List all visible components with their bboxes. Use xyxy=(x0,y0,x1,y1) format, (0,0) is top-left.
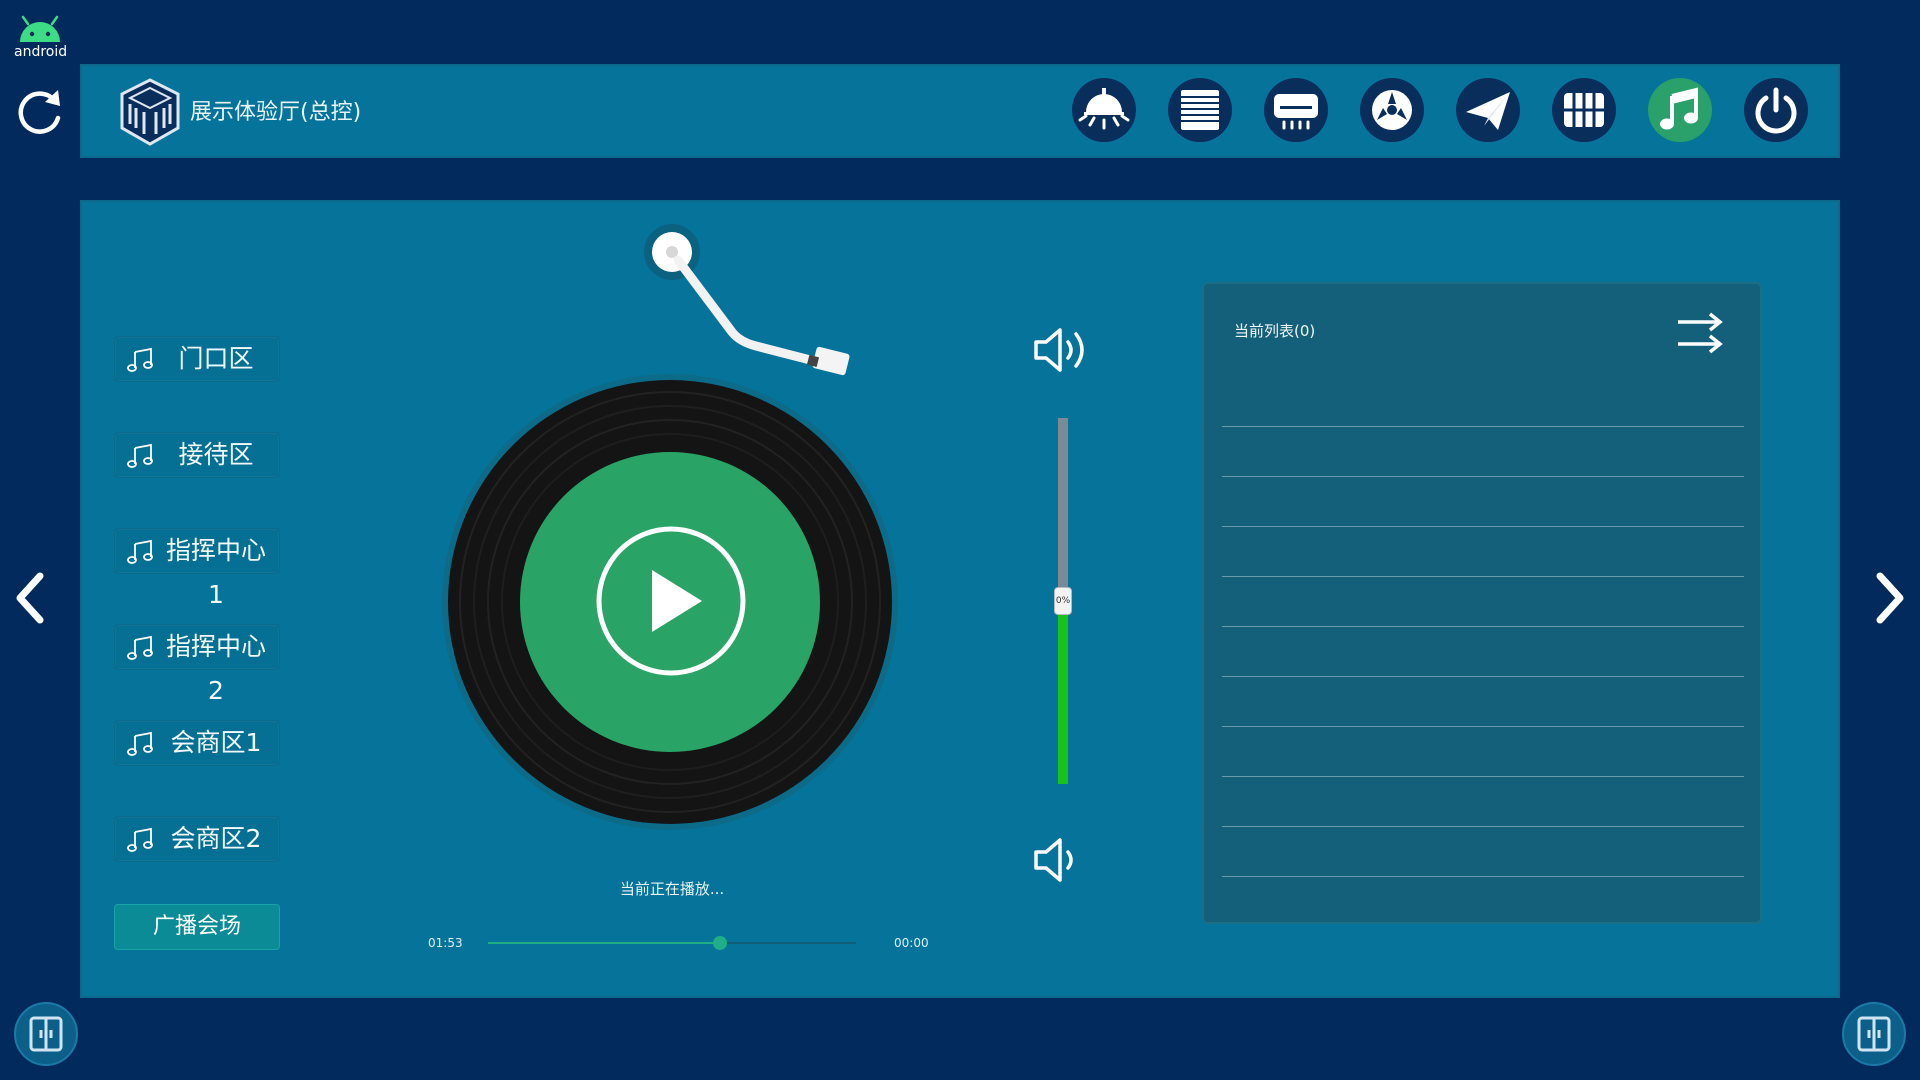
light-button[interactable] xyxy=(1072,78,1136,142)
volume-value: 0% xyxy=(1055,596,1071,606)
brand-logo-icon xyxy=(120,78,180,146)
play-icon xyxy=(652,570,702,632)
android-logo: android xyxy=(14,14,68,64)
door-icon xyxy=(1857,1016,1891,1052)
playlist-row-divider xyxy=(1222,576,1744,577)
curtain-icon xyxy=(1181,90,1219,130)
volume-slider[interactable]: 0% xyxy=(1054,418,1072,784)
light-icon xyxy=(1078,88,1130,130)
zone-button-meeting-2[interactable]: 会商区2 xyxy=(114,816,280,862)
broadcast-label: 广播会场 xyxy=(152,914,241,939)
playlist-row-divider xyxy=(1222,726,1744,727)
playlist-mode-icon[interactable] xyxy=(1670,304,1730,364)
music-note-icon xyxy=(127,731,153,756)
playlist-row-divider xyxy=(1222,776,1744,777)
send-icon xyxy=(1466,92,1510,130)
music-icon xyxy=(1660,87,1698,130)
playlist-row-divider xyxy=(1222,426,1744,427)
zone-label: 接待区 xyxy=(178,440,254,469)
tonearm xyxy=(644,224,850,376)
scene-grid-icon xyxy=(1564,93,1604,127)
music-note-icon xyxy=(127,635,153,660)
send-button[interactable] xyxy=(1456,78,1520,142)
previous-page-arrow-icon[interactable] xyxy=(10,568,50,628)
playlist-title: 当前列表(0) xyxy=(1234,322,1316,340)
android-robot-icon xyxy=(20,15,60,42)
playlist-row-divider xyxy=(1222,876,1744,877)
air-conditioner-icon xyxy=(1274,94,1318,130)
zone-label: 指挥中心2 xyxy=(165,632,266,705)
music-note-icon xyxy=(127,443,153,468)
refresh-button[interactable] xyxy=(14,86,66,138)
page-title: 展示体验厅(总控) xyxy=(190,100,362,125)
playlist-row-divider xyxy=(1222,826,1744,827)
zone-label: 会商区2 xyxy=(170,824,262,853)
music-note-icon xyxy=(127,347,153,372)
music-note-icon xyxy=(127,539,153,564)
bottom-left-door-button[interactable] xyxy=(14,1002,78,1066)
zone-button-entrance[interactable]: 门口区 xyxy=(114,336,280,382)
zone-label: 指挥中心1 xyxy=(165,536,266,609)
broadcast-button[interactable]: 广播会场 xyxy=(114,904,280,950)
progress-thumb[interactable] xyxy=(712,936,727,950)
bottom-right-door-button[interactable] xyxy=(1842,1002,1906,1066)
zone-button-command-center-2[interactable]: 指挥中心2 xyxy=(114,624,280,705)
zone-button-reception[interactable]: 接待区 xyxy=(114,432,280,478)
elapsed-time: 01:53 xyxy=(428,936,463,950)
zone-button-meeting-1[interactable]: 会商区1 xyxy=(114,720,280,766)
volume-up-icon[interactable] xyxy=(1028,320,1098,380)
scene-grid-button[interactable] xyxy=(1552,78,1616,142)
top-toolbar: 展示体验厅(总控) xyxy=(80,64,1840,158)
power-button[interactable] xyxy=(1744,78,1808,142)
volume-thumb[interactable]: 0% xyxy=(1054,587,1072,615)
now-playing-text: 当前正在播放... xyxy=(619,880,725,898)
music-button[interactable] xyxy=(1648,78,1712,142)
power-icon xyxy=(1755,87,1797,134)
fan-icon xyxy=(1372,90,1412,130)
progress-slider[interactable] xyxy=(488,936,856,950)
zone-label: 门口区 xyxy=(178,344,254,373)
curtain-button[interactable] xyxy=(1168,78,1232,142)
playlist-row-divider xyxy=(1222,676,1744,677)
playlist-row-divider xyxy=(1222,476,1744,477)
air-conditioner-button[interactable] xyxy=(1264,78,1328,142)
music-note-icon xyxy=(127,827,153,852)
playlist-row-divider xyxy=(1222,626,1744,627)
total-time: 00:00 xyxy=(894,936,929,950)
refresh-icon xyxy=(18,90,61,134)
music-panel: 门口区 接待区 指挥中心1 指挥中心2 会商区1 会商区2 广播会场 当前正在播… xyxy=(80,200,1840,998)
volume-down-icon[interactable] xyxy=(1028,830,1088,890)
next-page-arrow-icon[interactable] xyxy=(1870,568,1910,628)
door-icon xyxy=(29,1016,63,1052)
playlist-panel: 当前列表(0) xyxy=(1202,282,1762,924)
playlist-row-divider xyxy=(1222,526,1744,527)
play-button[interactable] xyxy=(594,524,748,678)
fan-button[interactable] xyxy=(1360,78,1424,142)
zone-button-command-center-1[interactable]: 指挥中心1 xyxy=(114,528,280,609)
android-label: android xyxy=(14,44,68,60)
zone-label: 会商区1 xyxy=(170,728,262,757)
progress-fill xyxy=(488,942,720,944)
volume-fill xyxy=(1058,601,1068,784)
